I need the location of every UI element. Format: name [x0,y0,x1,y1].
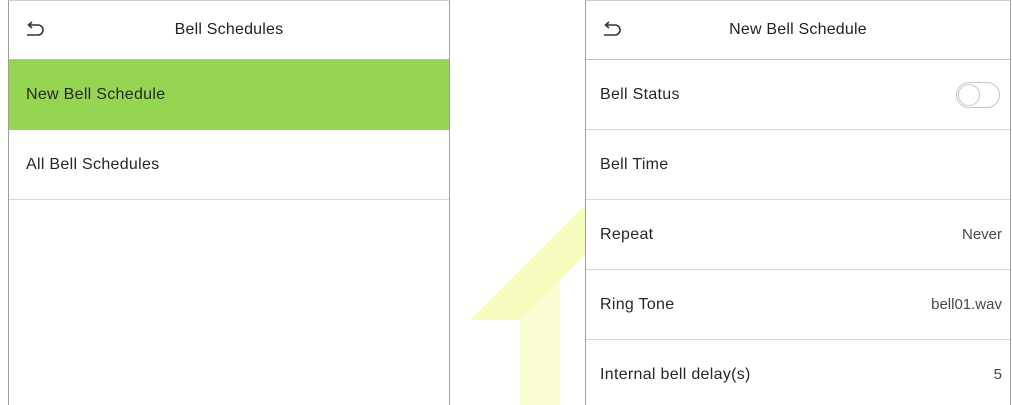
toggle-knob [958,83,980,106]
setting-label: Ring Tone [600,295,675,313]
page-title: New Bell Schedule [729,21,867,38]
panel-header: New Bell Schedule [586,1,1010,60]
back-arrow-icon[interactable] [21,19,47,41]
setting-row-bell-time[interactable]: Bell Time [586,130,1010,200]
panel-header: Bell Schedules [9,1,449,60]
setting-label: Bell Status [600,85,680,103]
menu-item-all-bell-schedules[interactable]: All Bell Schedules [9,130,449,200]
menu-item-new-bell-schedule[interactable]: New Bell Schedule [9,60,449,130]
menu-item-label: All Bell Schedules [26,155,160,173]
setting-label: Bell Time [600,155,669,173]
setting-value: bell01.wav [931,296,1002,313]
menu-item-label: New Bell Schedule [26,85,166,103]
screenshot-canvas: Bell Schedules New Bell Schedule All Bel… [0,0,1012,405]
setting-value: 5 [993,366,1002,383]
setting-label: Internal bell delay(s) [600,365,751,383]
new-bell-schedule-panel: New Bell Schedule Bell Status Bell Time … [585,0,1011,405]
page-title: Bell Schedules [174,21,284,38]
back-arrow-icon[interactable] [598,19,624,41]
setting-value: Never [961,226,1002,243]
setting-row-internal-bell-delay[interactable]: Internal bell delay(s) 5 [586,340,1010,405]
bell-schedules-panel: Bell Schedules New Bell Schedule All Bel… [8,0,450,405]
setting-row-repeat[interactable]: Repeat Never [586,200,1010,270]
setting-label: Repeat [600,225,654,243]
bell-status-toggle[interactable] [956,81,1000,108]
setting-row-ring-tone[interactable]: Ring Tone bell01.wav [586,270,1010,340]
setting-row-bell-status[interactable]: Bell Status [586,60,1010,130]
